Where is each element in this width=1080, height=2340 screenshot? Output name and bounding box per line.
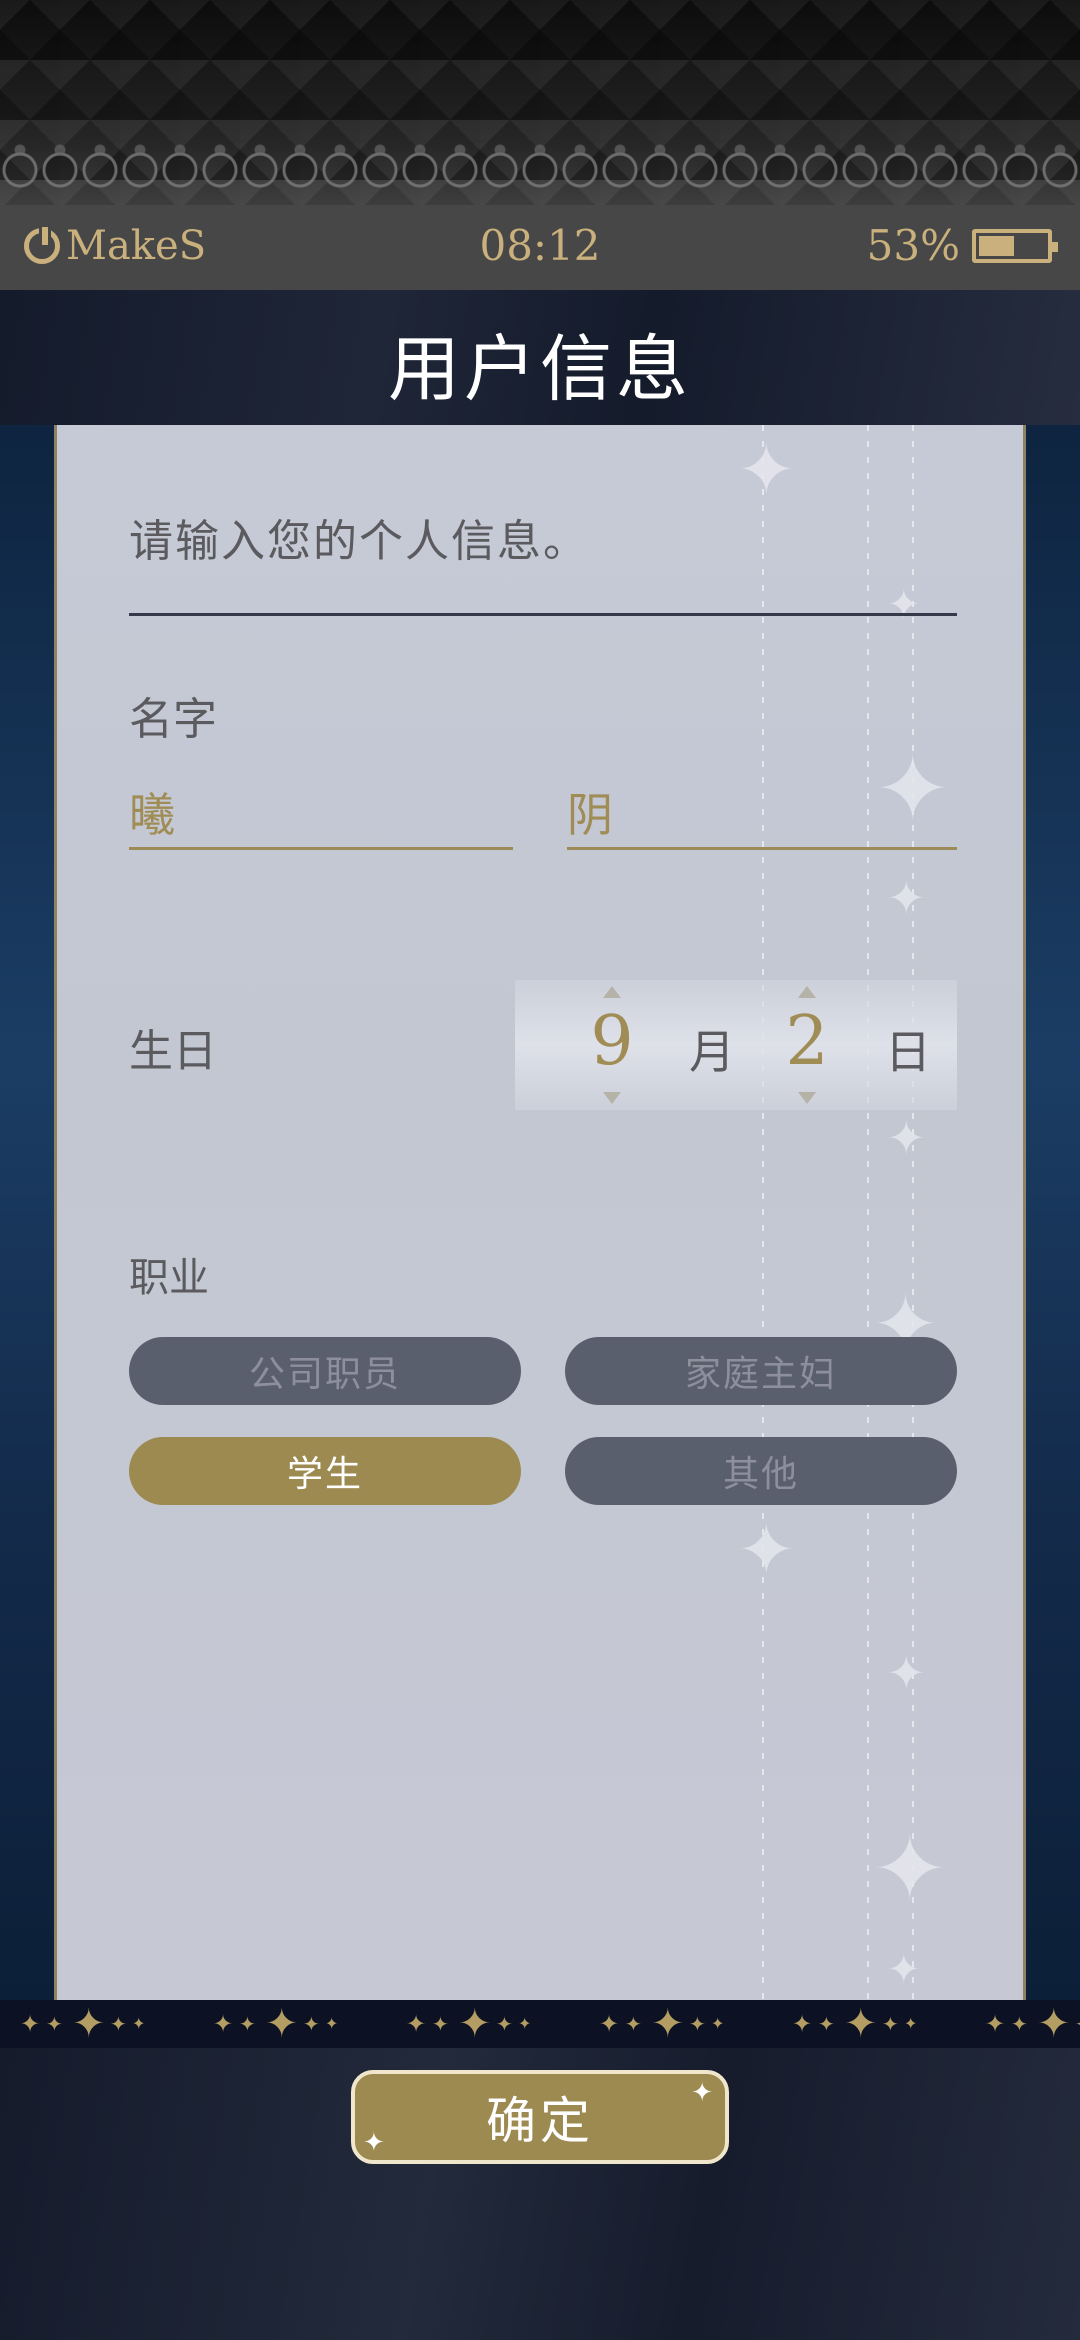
star-icon: ✦: [518, 2014, 532, 2033]
status-bar: MakeS 08:12 53%: [0, 205, 1080, 290]
occupation-button-office-worker[interactable]: 公司职员: [129, 1337, 521, 1405]
day-value[interactable]: 2: [762, 1002, 852, 1081]
sparkle-icon: ✦: [691, 2078, 717, 2108]
month-unit: 月: [689, 1025, 735, 1079]
star-icon: ✦: [818, 2012, 835, 2036]
star-icon: ✦: [46, 2012, 63, 2036]
star-icon: ✦: [239, 2012, 256, 2036]
star-icon: ✦: [887, 1111, 926, 1165]
star-icon: ✦: [599, 2010, 620, 2038]
star-icon: ✦: [882, 2012, 899, 2036]
star-icon: ✦: [651, 2001, 685, 2047]
birthday-label: 生日: [129, 1026, 217, 1077]
sparkle-icon: ✦: [363, 2128, 389, 2158]
star-icon: ✦: [887, 1947, 921, 1993]
star-icon: ✦: [303, 2012, 320, 2036]
first-name-input[interactable]: 阴: [567, 780, 957, 850]
day-unit: 日: [885, 1025, 931, 1079]
birthday-picker: 9 月 2 日: [515, 980, 957, 1110]
star-icon: ✦: [625, 2012, 642, 2036]
page-title: 用户信息: [387, 327, 692, 411]
day-up-arrow-icon[interactable]: [798, 986, 816, 998]
star-icon: ✦: [737, 429, 796, 511]
star-icon: ✦: [72, 2001, 106, 2047]
last-name-input[interactable]: 曦: [129, 780, 513, 850]
occupation-label: 职业: [129, 1255, 209, 1301]
star-icon: ✦: [689, 2012, 706, 2036]
header: 用户信息: [0, 290, 1080, 425]
occupation-button-student[interactable]: 学生: [129, 1437, 521, 1505]
name-label: 名字: [129, 694, 217, 745]
star-icon: ✦: [872, 1817, 948, 1922]
star-icon: ✦: [711, 2014, 725, 2033]
star-icon: ✦: [887, 582, 921, 628]
star-icon: ✦: [904, 2014, 918, 2033]
star-icon: ✦: [406, 2010, 427, 2038]
occupation-button-other[interactable]: 其他: [565, 1437, 957, 1505]
decorative-dots: [867, 425, 869, 2000]
battery-icon: [972, 228, 1058, 263]
star-icon: ✦: [985, 2010, 1006, 2038]
star-icon: ✦: [213, 2010, 234, 2038]
battery-percent: 53%: [866, 221, 960, 270]
star-icon: ✦: [325, 2014, 339, 2033]
confirm-button-label: 确定: [486, 2092, 594, 2150]
divider: [129, 613, 957, 616]
star-icon: ✦: [1037, 2001, 1071, 2047]
occupation-button-housewife[interactable]: 家庭主妇: [565, 1337, 957, 1405]
decorative-dots: [912, 425, 914, 2000]
confirm-button[interactable]: 确定 ✦ ✦: [351, 2070, 729, 2164]
battery-fill: [979, 235, 1014, 256]
star-icon: ✦: [432, 2012, 449, 2036]
star-icon: ✦: [132, 2014, 146, 2033]
day-down-arrow-icon[interactable]: [798, 1092, 816, 1104]
user-info-card: ✦ ✦ ✦ ✦ ✦ ✦ ✦ ✦ ✦ ✦ 请输入您的个人信息。 名字 曦 阴 生日…: [54, 425, 1026, 2000]
month-value[interactable]: 9: [567, 1002, 657, 1081]
side-background-left: [0, 425, 60, 2000]
star-icon: ✦: [844, 2001, 878, 2047]
intro-text: 请输入您的个人信息。: [129, 516, 589, 567]
status-battery: 53%: [866, 221, 1058, 270]
star-icon: ✦: [110, 2012, 127, 2036]
star-icon: ✦: [496, 2012, 513, 2036]
star-icon: ✦: [792, 2010, 813, 2038]
month-down-arrow-icon[interactable]: [603, 1092, 621, 1104]
lace-border: [0, 140, 1080, 200]
star-icon: ✦: [1075, 2014, 1080, 2034]
star-icon: ✦: [887, 1646, 926, 1700]
star-icon: ✦: [20, 2010, 41, 2038]
star-icon: ✦: [1011, 2012, 1028, 2036]
decorative-dots: [762, 425, 764, 2000]
star-icon: ✦: [265, 2001, 299, 2047]
star-icon: ✦: [737, 1509, 796, 1591]
star-icon: ✦: [458, 2001, 492, 2047]
month-up-arrow-icon[interactable]: [603, 986, 621, 998]
side-background-right: [1020, 425, 1080, 2000]
star-icon: ✦: [887, 871, 926, 925]
star-decoration-band: ✦✦✦✦✦✦✦✦✦✦✦✦✦✦✦✦✦✦✦✦✦✦✦✦✦✦✦✦✦✦✦✦✦✦✦✦✦✦✦✦…: [0, 2000, 1080, 2048]
